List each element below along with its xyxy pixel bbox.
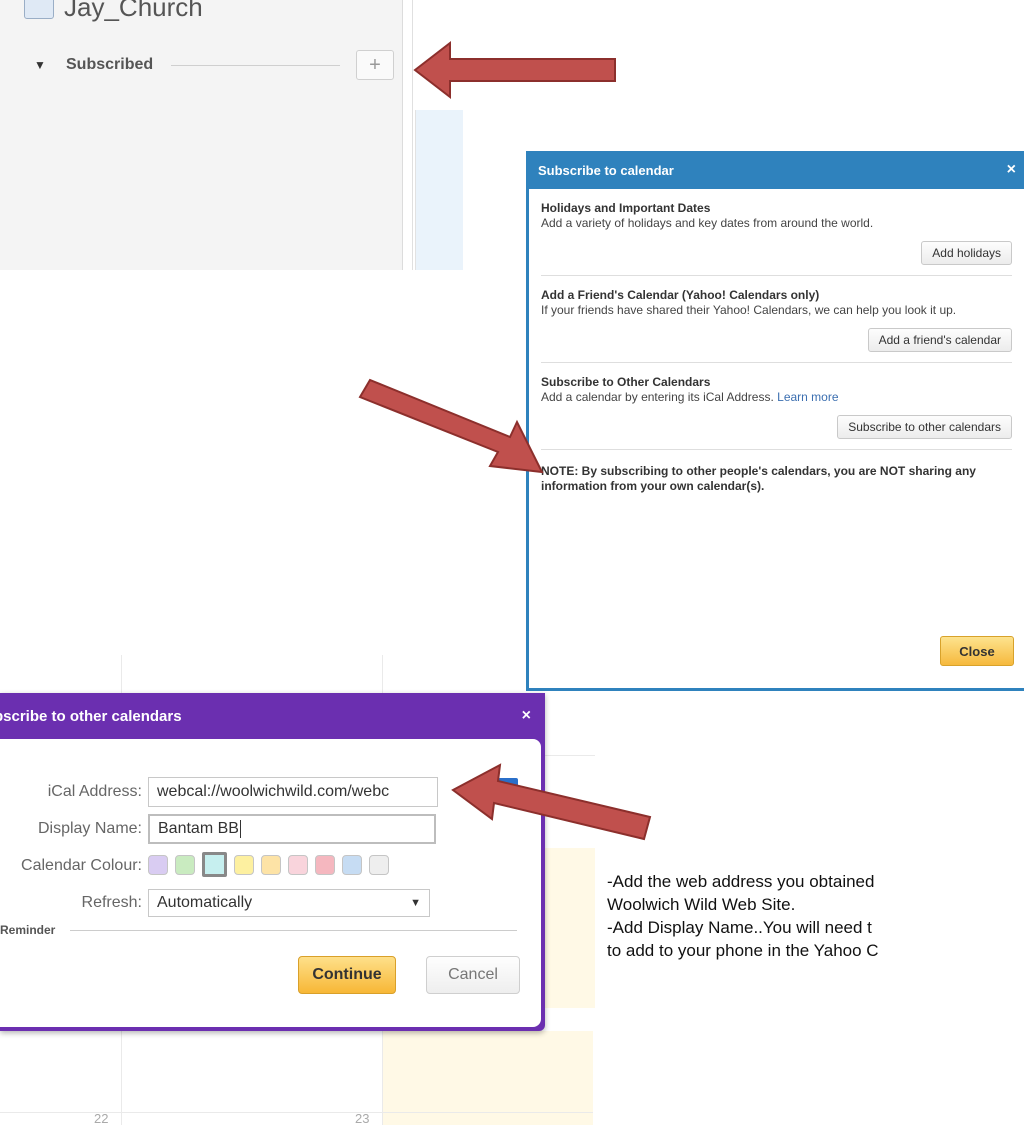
section-text-body: Add a calendar by entering its iCal Addr…	[541, 390, 774, 404]
calendar-colour-label: Calendar Colour:	[21, 857, 142, 874]
holidays-section: Holidays and Important Dates Add a varie…	[541, 189, 1012, 276]
refresh-select[interactable]: Automatically ▼	[148, 889, 430, 917]
ical-address-input[interactable]: webcal://woolwichwild.com/webc	[148, 777, 438, 807]
instructions-text: -Add the web address you obtained Woolwi…	[607, 870, 1024, 962]
instruction-line: -Add Display Name..You will need t	[607, 918, 872, 937]
colour-swatches	[148, 852, 389, 877]
calendar-list-item[interactable]: Jay_Church	[24, 0, 203, 23]
colour-swatch[interactable]	[342, 855, 362, 875]
collapse-triangle-icon[interactable]: ▼	[34, 58, 52, 72]
section-text: If your friends have shared their Yahoo!…	[541, 303, 957, 317]
colour-swatch[interactable]	[261, 855, 281, 875]
dialog-header: Subscribe to calendar ×	[526, 151, 1024, 189]
refresh-label: Refresh:	[81, 894, 142, 911]
arrow-shape	[358, 378, 544, 474]
calendar-grid-line	[0, 1112, 593, 1113]
close-icon[interactable]: ×	[522, 707, 531, 725]
refresh-value: Automatically	[157, 894, 253, 911]
instruction-line: to add to your phone in the Yahoo C	[607, 941, 879, 960]
ical-address-label: iCal Address:	[47, 783, 142, 800]
day-number: 22	[94, 1111, 109, 1126]
calendar-sidebar: Jay_Church ▼ Subscribed +	[0, 0, 463, 270]
continue-button[interactable]: Continue	[298, 956, 396, 994]
colour-swatch[interactable]	[234, 855, 254, 875]
arrow-to-subscribe-section	[358, 378, 544, 474]
colour-swatch[interactable]	[175, 855, 195, 875]
subscribe-to-calendar-dialog: Subscribe to calendar × Holidays and Imp…	[526, 151, 1024, 691]
calendar-icon	[24, 0, 54, 19]
section-heading: Subscribe to Other Calendars	[541, 375, 711, 389]
colour-swatch[interactable]	[202, 852, 227, 877]
colour-swatch[interactable]	[369, 855, 389, 875]
arrow-shape	[413, 40, 616, 100]
add-friends-calendar-button[interactable]: Add a friend's calendar	[867, 328, 1012, 352]
display-name-row: Display Name: Bantam BB	[0, 814, 436, 844]
calendar-today-cell	[545, 848, 595, 1008]
calendar-name: Jay_Church	[64, 0, 203, 22]
cancel-button[interactable]: Cancel	[426, 956, 520, 994]
reminder-label: Reminder	[0, 923, 56, 937]
section-heading: Holidays and Important Dates	[541, 201, 711, 215]
learn-more-link[interactable]: Learn more	[777, 390, 838, 404]
dropdown-arrow-icon: ▼	[410, 897, 421, 909]
refresh-row: Refresh: Automatically ▼	[0, 889, 430, 917]
subscribed-section-header: ▼ Subscribed +	[34, 50, 394, 80]
dialog-title: bscribe to other calendars	[0, 707, 182, 725]
instruction-line: Woolwich Wild Web Site.	[607, 895, 796, 914]
subscribed-label: Subscribed	[66, 56, 154, 73]
friends-calendar-section: Add a Friend's Calendar (Yahoo! Calendar…	[541, 276, 1012, 363]
colour-swatch[interactable]	[288, 855, 308, 875]
close-icon[interactable]: ×	[1007, 161, 1016, 179]
arrow-to-add-button	[413, 40, 616, 100]
arrow-to-ical-field	[451, 763, 652, 841]
dialog-title: Subscribe to calendar	[538, 162, 674, 178]
section-rule	[171, 64, 340, 66]
section-heading: Add a Friend's Calendar (Yahoo! Calendar…	[541, 288, 820, 302]
calendar-grid-line	[121, 1031, 122, 1125]
day-number: 23	[355, 1111, 370, 1126]
instruction-line: -Add the web address you obtained	[607, 872, 875, 891]
dialog-body: Holidays and Important Dates Add a varie…	[529, 189, 1024, 688]
calendar-colour-row: Calendar Colour:	[0, 852, 389, 877]
calendar-grid-line	[382, 655, 383, 695]
close-button[interactable]: Close	[940, 636, 1014, 666]
section-text: Add a variety of holidays and key dates …	[541, 216, 874, 230]
sharing-note: NOTE: By subscribing to other people's c…	[541, 464, 976, 493]
arrow-shape	[451, 763, 652, 841]
display-name-input[interactable]: Bantam BB	[148, 814, 436, 844]
calendar-today-cell	[383, 1031, 593, 1125]
colour-swatch[interactable]	[148, 855, 168, 875]
section-text: Add a calendar by entering its iCal Addr…	[541, 390, 1012, 405]
add-subscription-button[interactable]: +	[356, 50, 394, 80]
subscribe-other-calendars-button[interactable]: Subscribe to other calendars	[837, 415, 1012, 439]
ical-address-row: iCal Address: webcal://woolwichwild.com/…	[0, 777, 438, 807]
add-holidays-button[interactable]: Add holidays	[921, 241, 1012, 265]
dialog-header: bscribe to other calendars ×	[0, 693, 545, 739]
calendar-grid-line	[121, 655, 122, 695]
subscribe-other-calendars-dialog: bscribe to other calendars × iCal Addres…	[0, 693, 545, 1031]
other-calendars-section: Subscribe to Other Calendars Add a calen…	[541, 363, 1012, 450]
reminder-section: Reminder	[0, 923, 517, 937]
colour-swatch[interactable]	[315, 855, 335, 875]
display-name-label: Display Name:	[37, 820, 142, 837]
